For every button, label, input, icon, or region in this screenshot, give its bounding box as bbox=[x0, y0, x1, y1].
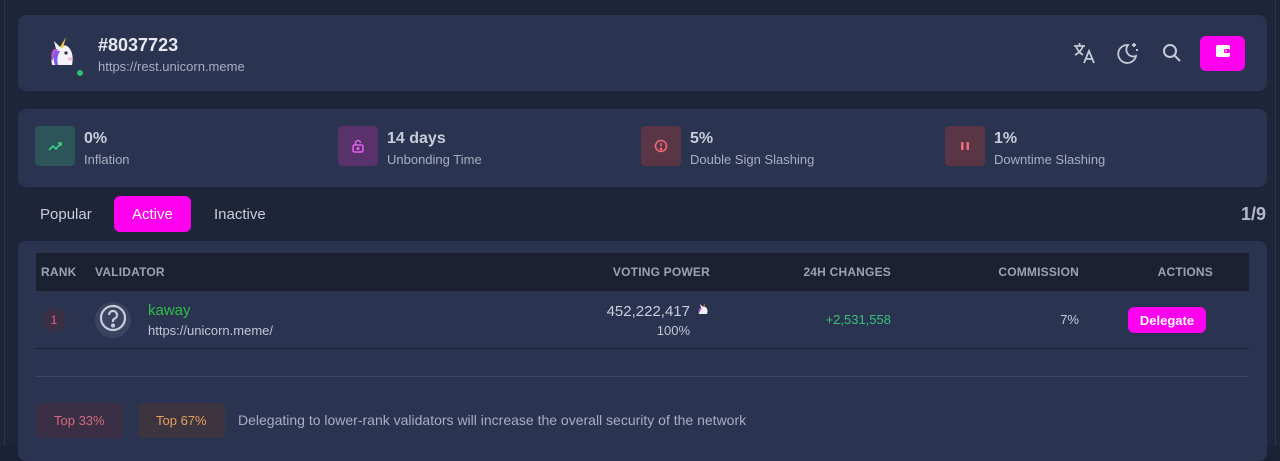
col-24h-changes: 24H CHANGES bbox=[803, 265, 891, 279]
right-border bbox=[1275, 0, 1276, 446]
stat-value: 0% bbox=[84, 130, 108, 147]
stat-label: Inflation bbox=[84, 152, 130, 167]
table-header: RANK VALIDATOR VOTING POWER 24H CHANGES … bbox=[36, 253, 1249, 291]
page-indicator: 1/9 bbox=[1240, 204, 1266, 224]
legend-top-67: Top 67% bbox=[138, 403, 225, 438]
stat-value: 1% bbox=[994, 130, 1018, 147]
staking-params-panel: 0% Inflation 14 days Unbonding Time 5% D… bbox=[18, 109, 1267, 187]
section-divider bbox=[36, 376, 1249, 377]
left-border bbox=[4, 0, 5, 446]
voting-power-share: 100% bbox=[656, 323, 690, 338]
theme-toggle-icon[interactable] bbox=[1114, 39, 1142, 67]
question-mark-icon bbox=[98, 303, 128, 338]
translate-icon[interactable] bbox=[1070, 39, 1098, 67]
chain-header: #8037723 https://rest.unicorn.meme bbox=[18, 15, 1267, 91]
validators-panel: RANK VALIDATOR VOTING POWER 24H CHANGES … bbox=[18, 241, 1267, 461]
validator-website[interactable]: https://unicorn.meme/ bbox=[148, 323, 273, 338]
stat-label: Downtime Slashing bbox=[994, 152, 1106, 167]
24h-change: +2,531,558 bbox=[825, 312, 891, 327]
app-frame: #8037723 https://rest.unicorn.meme 0% In… bbox=[0, 0, 1280, 461]
search-icon[interactable] bbox=[1158, 39, 1186, 67]
validator-avatar bbox=[95, 302, 131, 338]
col-rank: RANK bbox=[41, 265, 77, 279]
rank-badge: 1 bbox=[42, 308, 66, 332]
tab-active[interactable]: Active bbox=[114, 196, 191, 232]
alert-circle-icon bbox=[641, 126, 681, 166]
lock-open-icon bbox=[338, 126, 378, 166]
row-divider bbox=[36, 348, 1249, 349]
tab-inactive[interactable]: Inactive bbox=[196, 196, 284, 232]
wallet-icon bbox=[1215, 44, 1231, 63]
col-voting-power: VOTING POWER bbox=[612, 265, 710, 279]
delegation-hint: Delegating to lower-rank validators will… bbox=[238, 412, 747, 428]
stat-label: Unbonding Time bbox=[387, 152, 482, 167]
pause-icon bbox=[945, 126, 985, 166]
unicorn-logo-icon bbox=[44, 35, 80, 71]
rest-endpoint: https://rest.unicorn.meme bbox=[98, 59, 245, 74]
trend-up-icon bbox=[35, 126, 75, 166]
voting-power-amount: 452,222,417 bbox=[606, 302, 690, 320]
delegate-button[interactable]: Delegate bbox=[1128, 307, 1206, 333]
col-commission: COMMISSION bbox=[998, 265, 1079, 279]
online-status-dot bbox=[75, 68, 85, 78]
commission-rate: 7% bbox=[1060, 312, 1079, 327]
legend-top-33: Top 33% bbox=[36, 403, 123, 438]
block-height-title: #8037723 bbox=[98, 35, 179, 55]
stat-value: 14 days bbox=[387, 130, 446, 147]
stat-value: 5% bbox=[690, 130, 714, 147]
col-actions: ACTIONS bbox=[1157, 265, 1213, 279]
validator-name[interactable]: kaway bbox=[148, 302, 191, 319]
wallet-button[interactable] bbox=[1200, 36, 1245, 71]
col-validator: VALIDATOR bbox=[95, 265, 165, 279]
voting-power: 452,222,417 bbox=[607, 302, 710, 320]
stat-label: Double Sign Slashing bbox=[690, 152, 815, 167]
tab-popular[interactable]: Popular bbox=[22, 196, 110, 232]
unicorn-token-icon bbox=[696, 302, 710, 320]
